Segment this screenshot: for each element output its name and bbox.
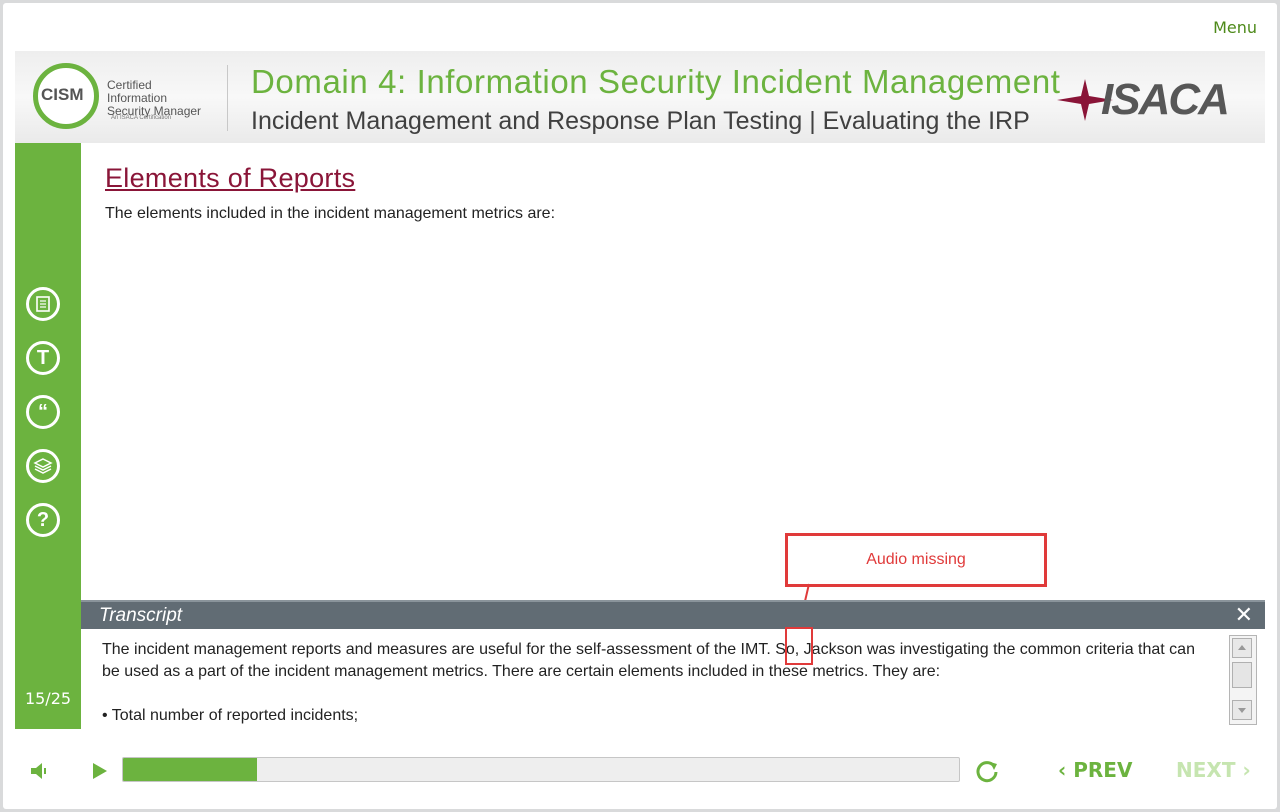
content-text: The elements included in the incident ma… — [105, 205, 556, 222]
course-window: Menu CISM Certified Information Security… — [3, 3, 1277, 809]
audio-missing-callout: Audio missing — [785, 533, 1047, 587]
transcript-icon-glyph: T — [36, 346, 50, 369]
volume-icon[interactable] — [28, 760, 50, 787]
transcript-title: Transcript — [99, 605, 183, 626]
scroll-down-icon — [1238, 708, 1246, 713]
scroll-up-button[interactable] — [1232, 638, 1252, 658]
content-title: Elements of Reports — [105, 163, 356, 193]
cism-logo-line1: Certified Information — [107, 78, 168, 105]
play-icon[interactable] — [88, 760, 110, 787]
progress-bar[interactable] — [122, 757, 960, 782]
help-icon-glyph: ? — [36, 508, 50, 531]
isaca-logo: ISACA — [1055, 75, 1235, 125]
quote-icon-glyph: “ — [38, 400, 48, 423]
player-controls: ‹ PREV NEXT › — [0, 730, 1280, 812]
chevron-left-icon: ‹ — [1058, 758, 1067, 782]
help-icon[interactable]: ? — [26, 503, 60, 537]
cism-logo-abbrev: CISM — [41, 85, 84, 104]
next-button[interactable]: NEXT › — [1176, 758, 1251, 782]
header-divider — [227, 65, 228, 131]
close-icon[interactable]: ✕ — [1235, 602, 1253, 628]
transcript-text: The incident management reports and meas… — [102, 641, 1195, 680]
replay-icon[interactable] — [974, 759, 1000, 790]
chevron-right-icon: › — [1242, 758, 1251, 782]
cism-logo-sub: An ISACA Certification — [111, 115, 172, 121]
audio-missing-label: Audio missing — [866, 551, 966, 568]
sidebar: T “ ? 15/25 — [15, 143, 81, 729]
course-header: CISM Certified Information Security Mana… — [15, 51, 1265, 143]
cism-logo-text: Certified Information Security Manager — [107, 79, 213, 118]
transcript-scrollbar[interactable] — [1229, 635, 1257, 725]
progress-fill — [123, 758, 257, 781]
isaca-wordmark: ISACA — [1101, 75, 1230, 124]
domain-subtitle: Incident Management and Response Plan Te… — [251, 107, 1030, 135]
prev-label: PREV — [1073, 758, 1133, 782]
transcript-bullet: • Total number of reported incidents; — [102, 707, 359, 724]
quote-icon[interactable]: “ — [26, 395, 60, 429]
layers-icon[interactable] — [26, 449, 60, 483]
transcript-icon[interactable]: T — [26, 341, 60, 375]
transcript-header: Transcript ✕ — [81, 600, 1265, 629]
domain-title: Domain 4: Information Security Incident … — [251, 63, 1061, 100]
transcript-panel: The incident management reports and meas… — [81, 629, 1265, 729]
audio-missing-highlight — [785, 627, 813, 665]
prev-button[interactable]: ‹ PREV — [1058, 758, 1132, 782]
notes-icon[interactable] — [26, 287, 60, 321]
menu-link[interactable]: Menu — [1213, 18, 1257, 37]
next-label: NEXT — [1176, 758, 1236, 782]
scroll-down-button[interactable] — [1232, 700, 1252, 720]
scroll-up-icon — [1238, 645, 1246, 650]
page-number: 15/25 — [24, 689, 72, 708]
cism-logo: CISM Certified Information Security Mana… — [33, 63, 213, 131]
scroll-thumb[interactable] — [1232, 662, 1252, 688]
